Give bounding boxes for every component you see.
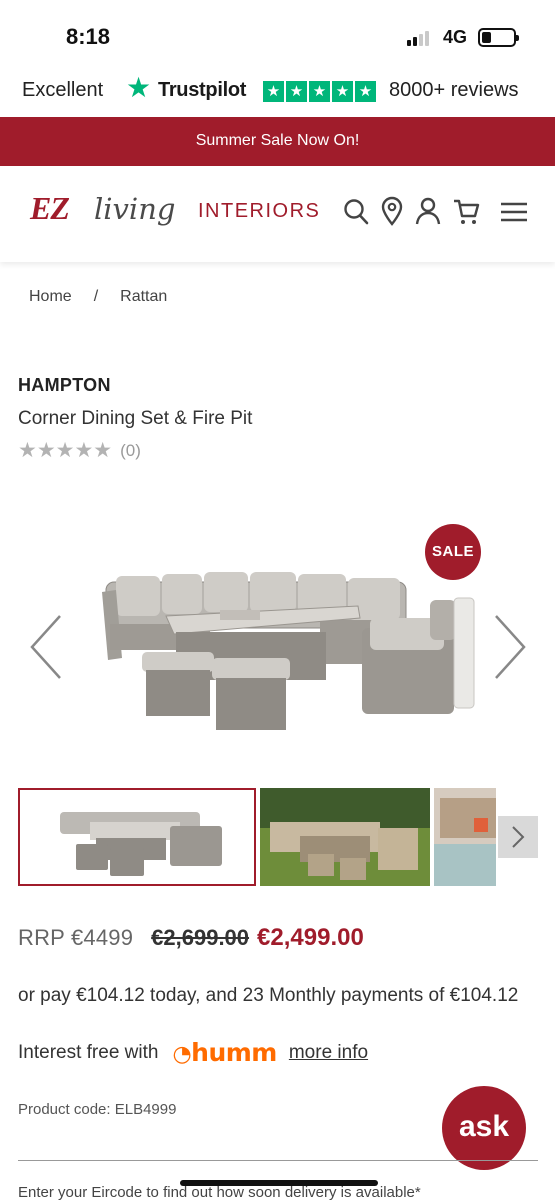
- product-name: Corner Dining Set & Fire Pit: [18, 408, 253, 429]
- cart-icon[interactable]: [452, 196, 480, 226]
- thumbnail-next-button[interactable]: [498, 816, 538, 858]
- trust-rating-word: Excellent: [22, 79, 104, 101]
- product-code: Product code: ELB4999: [18, 1101, 177, 1118]
- status-bar: 8:18 4G: [0, 0, 555, 70]
- humm-finance-line: Interest free with ◔humm more info: [18, 1038, 368, 1067]
- home-indicator: [180, 1180, 378, 1186]
- logo-living: living: [94, 192, 176, 226]
- humm-logo: ◔humm: [172, 1038, 277, 1067]
- breadcrumb-separator: /: [93, 288, 99, 305]
- site-header: EZ living INTERIORS: [0, 166, 555, 262]
- trustpilot-bar[interactable]: Excellent ★ Trustpilot ★ ★ ★ ★ ★ 8000+ r…: [0, 70, 555, 116]
- interest-free-text: Interest free with: [18, 1041, 159, 1063]
- trust-star-icon: ★: [263, 81, 284, 102]
- thumbnail-3[interactable]: [434, 788, 496, 886]
- search-icon[interactable]: [342, 196, 370, 226]
- breadcrumb: Home / Rattan: [29, 288, 167, 306]
- divider: [18, 1160, 538, 1161]
- menu-icon[interactable]: [498, 196, 530, 226]
- breadcrumb-home[interactable]: Home: [29, 288, 72, 306]
- thumbnail-2[interactable]: [260, 788, 430, 886]
- trust-stars: ★ ★ ★ ★ ★: [263, 81, 376, 102]
- trust-reviews-count: 8000+ reviews: [389, 79, 519, 101]
- sale-price: €2,499.00: [257, 924, 364, 951]
- next-image-arrow-icon[interactable]: [490, 612, 530, 682]
- trustpilot-logo: Trustpilot: [158, 79, 247, 101]
- logo-ez: EZ: [30, 190, 70, 226]
- sale-badge: SALE: [425, 524, 481, 580]
- trust-star-icon: ★: [286, 81, 307, 102]
- trustpilot-star-icon: ★: [126, 72, 152, 103]
- ask-button[interactable]: ask: [442, 1086, 526, 1170]
- network-type: 4G: [443, 27, 468, 47]
- rrp-price: RRP €4499: [18, 925, 134, 950]
- location-pin-icon[interactable]: [378, 196, 406, 226]
- trust-star-icon: ★: [309, 81, 330, 102]
- previous-image-arrow-icon[interactable]: [26, 612, 66, 682]
- trust-star-icon: ★: [355, 81, 376, 102]
- account-icon[interactable]: [414, 196, 442, 226]
- signal-icon: [407, 30, 435, 46]
- thumbnail-1[interactable]: [18, 788, 256, 886]
- more-info-link[interactable]: more info: [289, 1042, 368, 1064]
- finance-text: or pay €104.12 today, and 23 Monthly pay…: [18, 985, 519, 1006]
- trust-star-icon: ★: [332, 81, 353, 102]
- product-rating[interactable]: ★★★★★ (0): [18, 438, 141, 463]
- breadcrumb-rattan[interactable]: Rattan: [120, 288, 167, 306]
- rating-stars-icon: ★★★★★: [18, 439, 113, 462]
- thumbnail-strip: [0, 788, 555, 886]
- logo-interiors: INTERIORS: [198, 200, 321, 222]
- product-brand: HAMPTON: [18, 375, 111, 395]
- eircode-prompt: Enter your Eircode to find out how soon …: [18, 1184, 421, 1200]
- old-price: €2,699.00: [151, 925, 250, 950]
- price-block: RRP €4499 €2,699.00 €2,499.00: [18, 924, 364, 952]
- battery-icon: [478, 28, 519, 47]
- review-count: (0): [120, 440, 141, 460]
- status-time: 8:18: [66, 24, 111, 49]
- promo-banner[interactable]: Summer Sale Now On!: [0, 117, 555, 166]
